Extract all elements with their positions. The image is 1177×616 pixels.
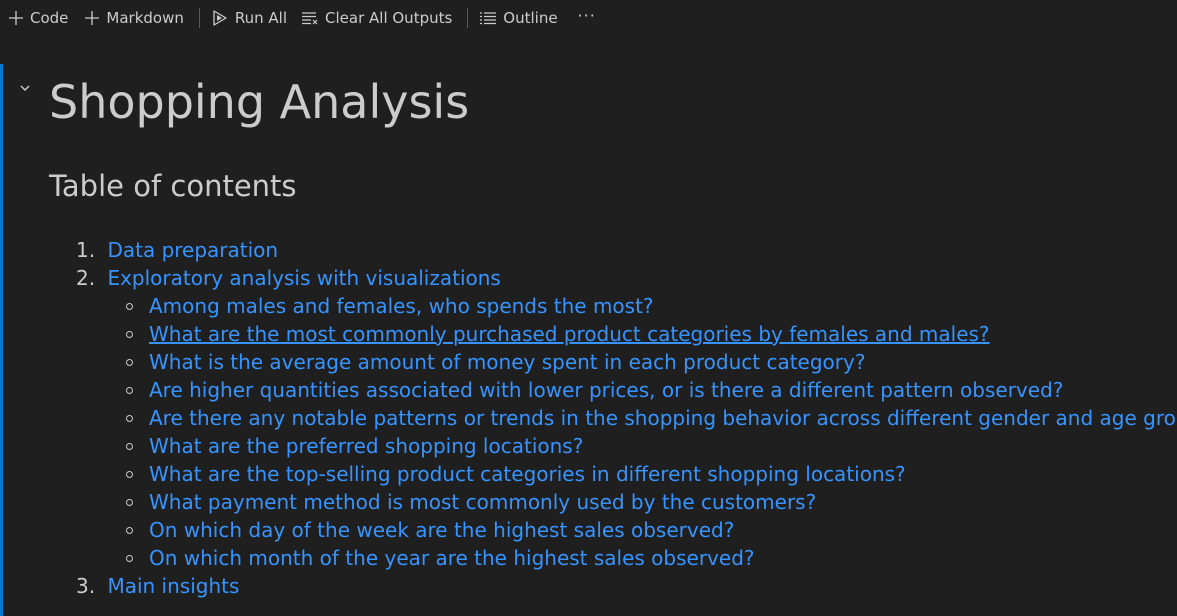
outline-button[interactable]: Outline — [477, 4, 563, 32]
list-number: 1. — [76, 238, 96, 262]
run-all-icon — [213, 10, 227, 26]
list-item: On which day of the week are the highest… — [126, 516, 734, 544]
list-item: Are there any notable patterns or trends… — [126, 404, 1177, 432]
outline-label: Outline — [503, 9, 558, 27]
plus-icon — [9, 11, 23, 25]
toc-sublink[interactable]: Among males and females, who spends the … — [149, 294, 654, 318]
toc-link-exploratory-analysis[interactable]: Exploratory analysis with visualizations — [107, 266, 500, 290]
clear-all-outputs-label: Clear All Outputs — [325, 9, 453, 27]
toc-link-main-insights[interactable]: Main insights — [107, 574, 239, 598]
add-markdown-cell-button[interactable]: Markdown — [82, 4, 189, 32]
bullet-icon — [126, 331, 133, 338]
toc-sublink[interactable]: What are the top-selling product categor… — [149, 462, 906, 486]
list-item: Among males and females, who spends the … — [126, 292, 654, 320]
list-item: What payment method is most commonly use… — [126, 488, 816, 516]
toc-item: 3. Main insights — [76, 572, 239, 600]
list-item: What are the most commonly purchased pro… — [126, 320, 990, 348]
notebook-toolbar: Code Markdown Run All Clear All Outputs … — [0, 0, 1177, 36]
chevron-down-icon — [20, 85, 30, 91]
toolbar-separator — [467, 8, 469, 28]
list-item: What is the average amount of money spen… — [126, 348, 865, 376]
toc-sublink[interactable]: Are there any notable patterns or trends… — [149, 406, 1177, 430]
add-code-label: Code — [30, 9, 69, 27]
bullet-icon — [126, 555, 133, 562]
bullet-icon — [126, 471, 133, 478]
more-actions-button[interactable]: ··· — [578, 6, 596, 31]
bullet-icon — [126, 443, 133, 450]
bullet-icon — [126, 527, 133, 534]
toc-sublink[interactable]: Are higher quantities associated with lo… — [149, 378, 1063, 402]
toc-sublink[interactable]: What are the preferred shopping location… — [149, 434, 583, 458]
clear-all-outputs-button[interactable]: Clear All Outputs — [299, 4, 458, 32]
toc-sublink[interactable]: What are the most commonly purchased pro… — [149, 322, 990, 346]
toolbar-separator — [198, 8, 200, 28]
bullet-icon — [126, 359, 133, 366]
collapse-section-button[interactable] — [18, 78, 32, 97]
page-title: Shopping Analysis — [49, 75, 470, 129]
add-markdown-label: Markdown — [106, 9, 184, 27]
toc-sublink[interactable]: What payment method is most commonly use… — [149, 490, 816, 514]
bullet-icon — [126, 415, 133, 422]
toc-item: 2. Exploratory analysis with visualizati… — [76, 264, 501, 292]
bullet-icon — [126, 387, 133, 394]
list-item: Are higher quantities associated with lo… — [126, 376, 1063, 404]
list-item: On which month of the year are the highe… — [126, 544, 755, 572]
run-all-label: Run All — [234, 9, 288, 27]
list-number: 2. — [76, 266, 96, 290]
toc-sublink[interactable]: On which month of the year are the highe… — [149, 546, 755, 570]
bullet-icon — [126, 303, 133, 310]
plus-icon — [85, 11, 100, 25]
toc-link-data-preparation[interactable]: Data preparation — [107, 238, 278, 262]
toc-sublink[interactable]: What is the average amount of money spen… — [149, 350, 865, 374]
toc-sublink[interactable]: On which day of the week are the highest… — [149, 518, 734, 542]
clear-all-icon — [302, 12, 318, 25]
outline-list-icon — [480, 12, 497, 25]
run-all-button[interactable]: Run All — [209, 4, 293, 32]
list-number: 3. — [76, 574, 96, 598]
list-item: What are the top-selling product categor… — [126, 460, 906, 488]
toc-heading: Table of contents — [49, 169, 297, 203]
active-cell-indicator — [0, 64, 3, 616]
add-code-cell-button[interactable]: Code — [6, 4, 74, 32]
toc-item: 1. Data preparation — [76, 236, 278, 264]
bullet-icon — [126, 499, 133, 506]
list-item: What are the preferred shopping location… — [126, 432, 583, 460]
